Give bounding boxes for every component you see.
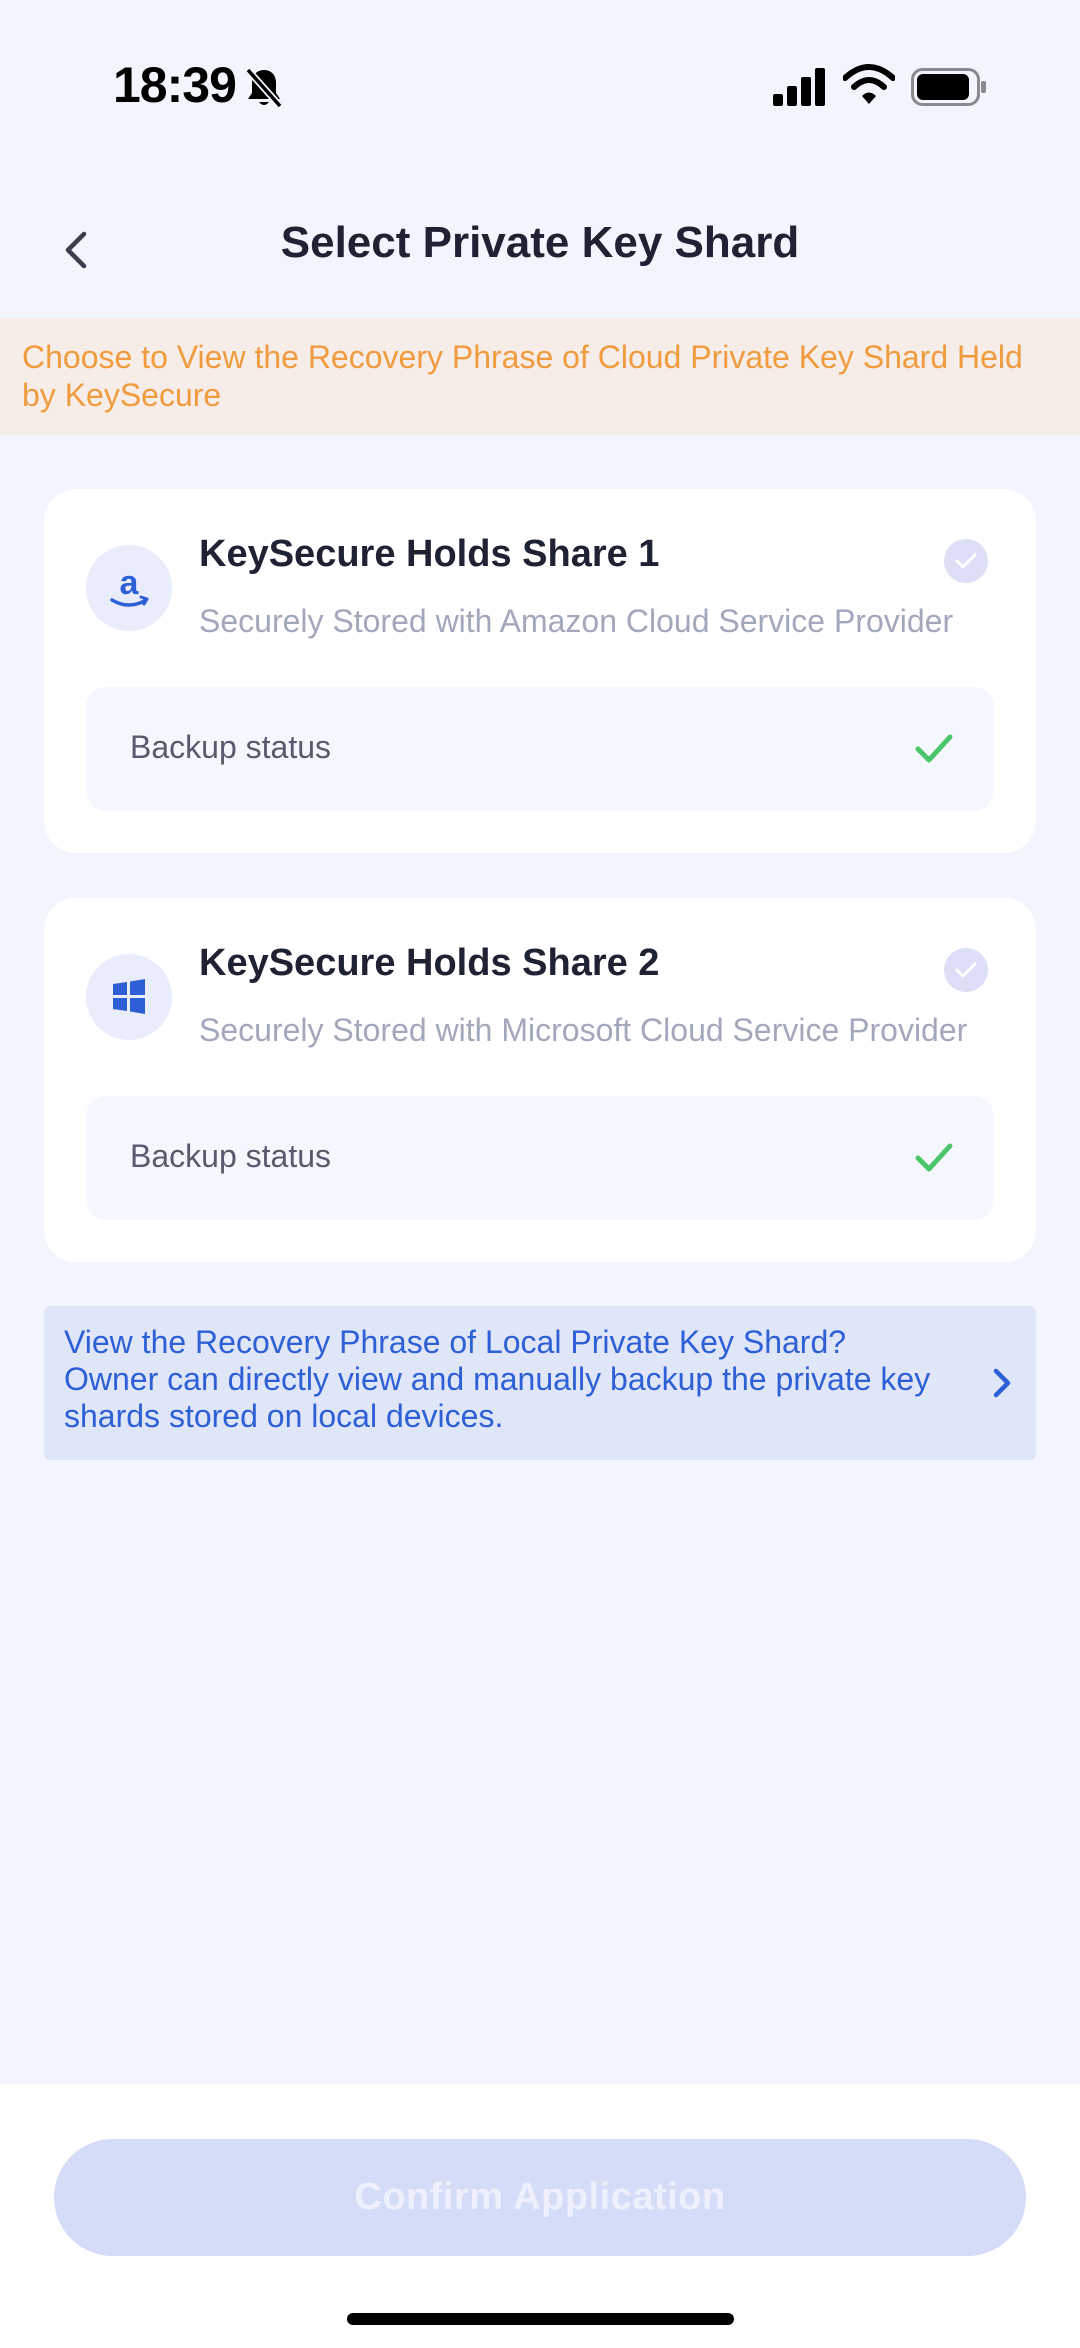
shard-card-1[interactable]: a KeySecure Holds Share 1 Securely Store… — [44, 489, 1036, 853]
confirm-application-button[interactable]: Confirm Application — [54, 2139, 1026, 2256]
shard-card-2[interactable]: KeySecure Holds Share 2 Securely Stored … — [44, 898, 1036, 1262]
check-icon — [915, 734, 953, 763]
local-shard-link[interactable]: View the Recovery Phrase of Local Privat… — [44, 1306, 1036, 1460]
home-indicator — [347, 2313, 734, 2325]
battery-icon — [911, 68, 986, 106]
shard-subtitle: Securely Stored with Microsoft Cloud Ser… — [199, 1012, 968, 1048]
bell-slash-icon — [245, 67, 283, 109]
shard-title: KeySecure Holds Share 1 — [199, 533, 660, 575]
microsoft-logo-icon — [86, 954, 172, 1040]
status-time: 18:39 — [113, 57, 237, 113]
shard-subtitle: Securely Stored with Amazon Cloud Servic… — [199, 603, 954, 639]
select-checkbox-icon[interactable] — [944, 948, 988, 992]
amazon-logo-icon: a — [86, 545, 172, 631]
wifi-icon — [843, 64, 895, 104]
check-icon — [915, 1143, 953, 1172]
signal-icon — [773, 68, 825, 106]
chevron-right-icon — [993, 1368, 1011, 1398]
backup-status-row: Backup status — [86, 1096, 994, 1220]
backup-status-label: Backup status — [130, 729, 331, 765]
backup-status-label: Backup status — [130, 1138, 331, 1174]
select-checkbox-icon[interactable] — [944, 539, 988, 583]
header: Select Private Key Shard — [0, 190, 1080, 310]
svg-text:a: a — [120, 564, 140, 602]
backup-status-row: Backup status — [86, 687, 994, 811]
shard-title: KeySecure Holds Share 2 — [199, 942, 660, 984]
page-title: Select Private Key Shard — [280, 218, 800, 267]
notice-text: Choose to View the Recovery Phrase of Cl… — [22, 339, 1023, 413]
notice-banner: Choose to View the Recovery Phrase of Cl… — [0, 318, 1080, 435]
status-bar: 18:39 — [0, 0, 1080, 170]
bottom-bar: Confirm Application — [0, 2084, 1080, 2348]
local-shard-text: View the Recovery Phrase of Local Privat… — [64, 1324, 931, 1434]
